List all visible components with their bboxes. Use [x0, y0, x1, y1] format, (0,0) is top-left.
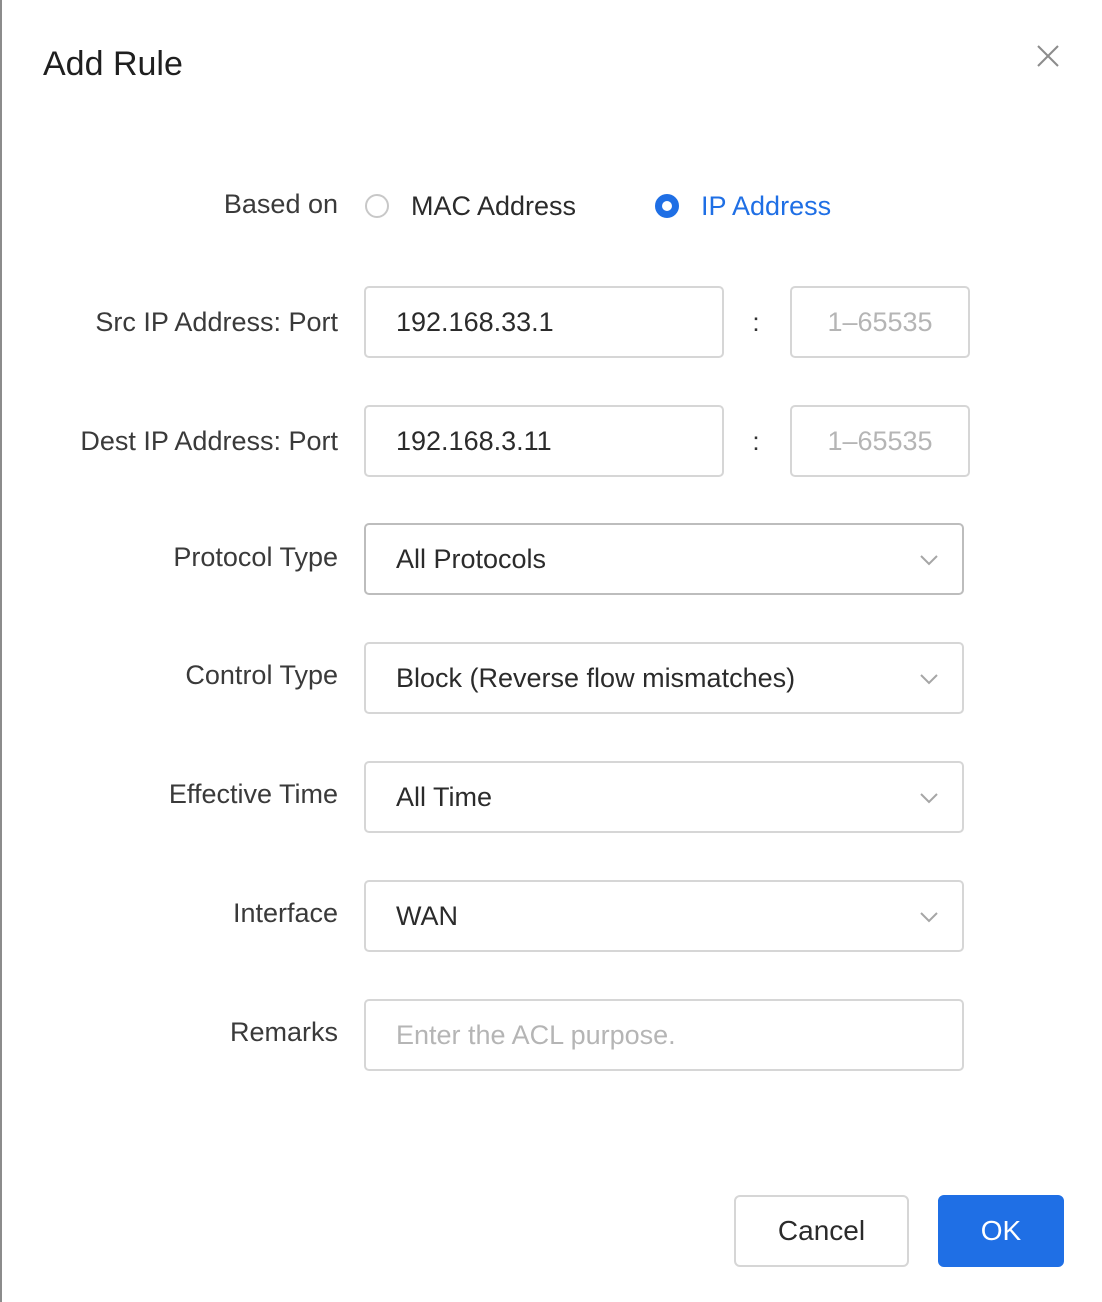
based-on-label: Based on	[223, 189, 338, 219]
interface-value: WAN	[396, 901, 458, 931]
interface-select[interactable]: WAN	[364, 880, 964, 952]
cancel-button[interactable]: Cancel	[734, 1195, 909, 1267]
add-rule-dialog: Add Rule Based on MAC Address IP Address…	[0, 0, 1102, 1302]
control-type-value: Block (Reverse flow mismatches)	[396, 663, 796, 693]
dest-port-input[interactable]: 1–65535	[790, 405, 970, 477]
ok-button[interactable]: OK	[938, 1195, 1064, 1267]
chevron-down-icon	[920, 674, 938, 685]
protocol-type-value: All Protocols	[396, 544, 547, 574]
radio-ip-label: IP Address	[701, 190, 832, 221]
control-type-select[interactable]: Block (Reverse flow mismatches)	[364, 642, 964, 714]
radio-unchecked-icon[interactable]	[365, 194, 389, 218]
effective-time-label: Effective Time	[168, 779, 338, 809]
dest-ip-port-label: Dest IP Address: Port	[80, 426, 338, 456]
src-ip-input[interactable]: 192.168.33.1	[364, 286, 724, 358]
radio-checked-icon[interactable]	[655, 194, 679, 218]
dest-ip-input[interactable]: 192.168.3.11	[364, 405, 724, 477]
effective-time-select[interactable]: All Time	[364, 761, 964, 833]
remarks-label: Remarks	[229, 1017, 338, 1047]
chevron-down-icon	[920, 555, 938, 566]
chevron-down-icon	[920, 912, 938, 923]
src-port-separator: :	[752, 307, 760, 337]
protocol-type-select[interactable]: All Protocols	[364, 523, 964, 595]
interface-label: Interface	[232, 898, 338, 928]
dest-port-separator: :	[752, 426, 760, 456]
effective-time-value: All Time	[396, 782, 493, 812]
radio-mac-label: MAC Address	[411, 190, 577, 221]
protocol-type-label: Protocol Type	[173, 542, 338, 572]
dialog-title: Add Rule	[43, 45, 183, 83]
radio-mac-address[interactable]: MAC Address	[365, 188, 576, 224]
chevron-down-icon	[920, 793, 938, 804]
control-type-label: Control Type	[185, 660, 338, 690]
remarks-input[interactable]: Enter the ACL purpose.	[364, 999, 964, 1071]
radio-ip-address[interactable]: IP Address	[655, 188, 831, 224]
src-port-input[interactable]: 1–65535	[790, 286, 970, 358]
src-ip-port-label: Src IP Address: Port	[95, 307, 338, 337]
close-icon[interactable]	[1032, 40, 1064, 72]
